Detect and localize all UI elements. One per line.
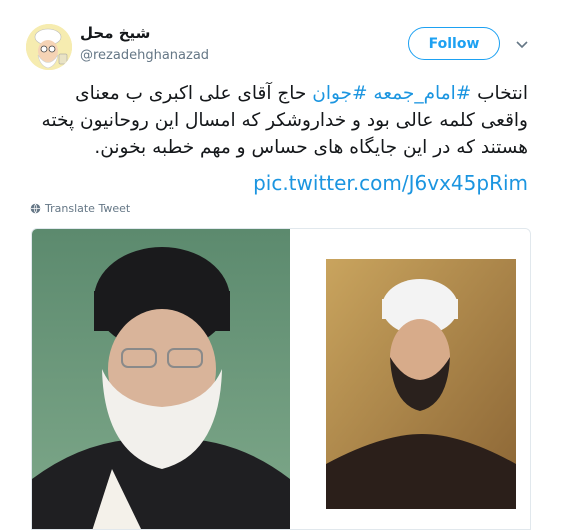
tweet-text-prefix: انتخاب <box>471 83 528 104</box>
hashtag-link[interactable]: #امام_جمعه <box>373 83 471 104</box>
pic-link-text[interactable]: pic.twitter.com/J6vx45pRim <box>253 171 528 195</box>
pic-link[interactable]: pic.twitter.com/J6vx45pRim <box>30 171 528 195</box>
cartoon-sheikh-avatar-icon <box>26 24 72 70</box>
globe-icon <box>30 203 41 214</box>
tweet-card: شیخ محل @rezadehghanazad Follow انتخاب #… <box>0 0 564 530</box>
tweet-photo <box>32 229 530 529</box>
tweet-media[interactable] <box>31 228 531 530</box>
translate-label[interactable]: Translate Tweet <box>45 202 130 215</box>
hashtag-link[interactable]: #جوان <box>312 83 367 104</box>
follow-button[interactable]: Follow <box>408 27 500 60</box>
avatar[interactable] <box>26 24 72 70</box>
chevron-down-icon[interactable] <box>512 34 532 54</box>
user-handle[interactable]: @rezadehghanazad <box>80 48 209 63</box>
display-name[interactable]: شیخ محل <box>80 24 150 42</box>
translate-tweet[interactable]: Translate Tweet <box>30 202 130 215</box>
tweet-text: انتخاب #امام_جمعه #جوان حاج آقای علی اکب… <box>30 80 528 161</box>
